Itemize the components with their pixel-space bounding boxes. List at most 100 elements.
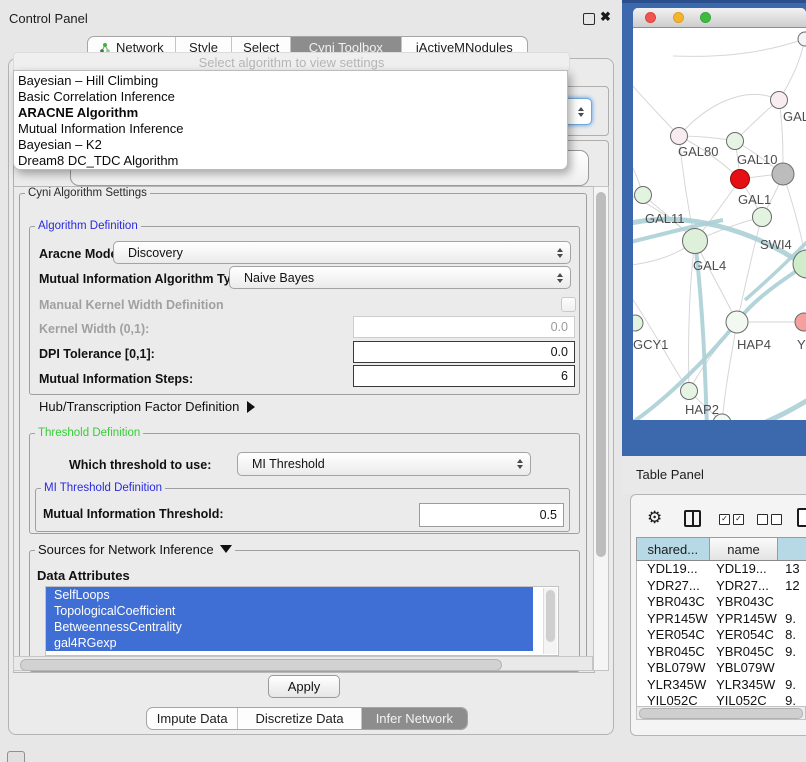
dropdown-option[interactable]: ARACNE Algorithm <box>14 105 567 121</box>
dpi-tolerance-field[interactable]: 0.0 <box>353 341 575 363</box>
kernel-width-field[interactable]: 0.0 <box>353 316 575 338</box>
table-cell[interactable]: YLR345W <box>637 677 710 694</box>
apply-button[interactable]: Apply <box>268 675 340 698</box>
table-cell[interactable]: 9. <box>779 611 806 628</box>
dropdown-option[interactable]: Basic Correlation Inference <box>14 89 567 105</box>
close-traffic-light-icon[interactable] <box>645 12 656 23</box>
data-attributes-list[interactable]: SelfLoopsTopologicalCoefficientBetweenne… <box>45 586 559 656</box>
network-node[interactable] <box>753 208 772 227</box>
data-attribute-item[interactable]: TopologicalCoefficient <box>46 603 533 619</box>
select-all-icon[interactable]: ✓ <box>733 514 744 525</box>
network-node[interactable] <box>795 313 806 331</box>
network-window-titlebar[interactable] <box>633 8 806 28</box>
clear-selection-icon[interactable] <box>757 514 768 525</box>
table-row[interactable]: YER054CYER054C8. <box>637 627 806 644</box>
network-edge[interactable] <box>779 39 805 100</box>
select-all-icon[interactable]: ✓ <box>719 514 730 525</box>
table-cell[interactable]: YER054C <box>637 627 710 644</box>
table-cell[interactable] <box>779 594 806 611</box>
gear-icon[interactable]: ⚙ <box>647 508 662 528</box>
minimize-traffic-light-icon[interactable] <box>673 12 684 23</box>
mi-threshold-field[interactable]: 0.5 <box>419 503 564 527</box>
table-cell[interactable]: YDR27... <box>710 578 779 595</box>
float-window-icon[interactable] <box>583 13 595 25</box>
table-cell[interactable]: YPR145W <box>710 611 779 628</box>
settings-horizontal-scrollbar-thumb[interactable] <box>20 659 502 671</box>
table-cell[interactable]: 12 <box>779 578 806 595</box>
network-node[interactable] <box>633 315 643 331</box>
network-node[interactable] <box>671 128 688 145</box>
table-cell[interactable]: 13 <box>779 561 806 578</box>
mi-steps-field[interactable]: 6 <box>353 365 575 387</box>
network-node[interactable] <box>635 187 652 204</box>
table-cell[interactable]: 9. <box>779 677 806 694</box>
data-attribute-item[interactable]: SelfLoops <box>46 587 533 603</box>
table-cell[interactable]: YER054C <box>710 627 779 644</box>
split-view-icon[interactable] <box>684 510 701 527</box>
new-table-icon[interactable] <box>797 508 806 527</box>
network-edge[interactable] <box>673 39 805 56</box>
network-graph[interactable]: GAL80GALGAL10GAL1GAL11SWI4GAL4GCY1HAP4YH… <box>633 28 806 420</box>
table-cell[interactable] <box>779 660 806 677</box>
table-cell[interactable]: YDL19... <box>710 561 779 578</box>
zoom-traffic-light-icon[interactable] <box>700 12 711 23</box>
dropdown-option[interactable]: Bayesian – Hill Climbing <box>14 73 567 89</box>
table-row[interactable]: YBR045CYBR045C9. <box>637 644 806 661</box>
which-threshold-combobox[interactable]: MI Threshold <box>237 452 531 476</box>
table-cell[interactable]: YDL19... <box>637 561 710 578</box>
table-cell[interactable]: YDR27... <box>637 578 710 595</box>
network-node[interactable] <box>731 170 750 189</box>
tab-discretize-data[interactable]: Discretize Data <box>238 708 361 729</box>
hub-definition-toggle[interactable]: Hub/Transcription Factor Definition <box>39 399 255 414</box>
settings-vertical-scrollbar[interactable] <box>593 186 609 671</box>
clear-selection-icon[interactable] <box>771 514 782 525</box>
table-cell[interactable]: YBL079W <box>710 660 779 677</box>
table-row[interactable]: YDL19...YDL19...13 <box>637 561 806 578</box>
network-node[interactable] <box>771 92 788 109</box>
table-cell[interactable]: YBR045C <box>637 644 710 661</box>
network-edge[interactable] <box>633 73 679 136</box>
column-header[interactable]: shared... <box>637 538 710 560</box>
list-scrollbar-thumb[interactable] <box>546 590 555 642</box>
tab-infer-network[interactable]: Infer Network <box>362 708 467 729</box>
table-row[interactable]: YBR043CYBR043C <box>637 594 806 611</box>
mi-algorithm-type-combobox[interactable]: Naive Bayes <box>229 266 571 289</box>
data-attribute-item[interactable]: BetweennessCentrality <box>46 619 533 635</box>
column-header[interactable] <box>778 538 806 560</box>
dropdown-option[interactable]: Mutual Information Inference <box>14 121 567 137</box>
table-cell[interactable]: 8. <box>779 627 806 644</box>
table-cell[interactable]: 9. <box>779 644 806 661</box>
table-cell[interactable]: YBR043C <box>637 594 710 611</box>
table-cell[interactable]: YPR145W <box>637 611 710 628</box>
table-cell[interactable]: YBR043C <box>710 594 779 611</box>
table-row[interactable]: YPR145WYPR145W9. <box>637 611 806 628</box>
dropdown-option[interactable]: Dream8 DC_TDC Algorithm <box>14 153 567 169</box>
settings-vertical-scrollbar-thumb[interactable] <box>596 192 606 557</box>
network-node[interactable] <box>683 229 708 254</box>
table-cell[interactable]: YLR345W <box>710 677 779 694</box>
sources-title[interactable]: Sources for Network Inference <box>35 544 235 556</box>
network-node[interactable] <box>726 311 748 333</box>
dropdown-option[interactable]: Bayesian – K2 <box>14 137 567 153</box>
settings-horizontal-scrollbar[interactable] <box>13 656 593 671</box>
network-edge[interactable] <box>679 94 779 136</box>
table-row[interactable]: YBL079WYBL079W <box>637 660 806 677</box>
table-row[interactable]: YLR345WYLR345W9. <box>637 677 806 694</box>
network-edge[interactable] <box>735 100 779 141</box>
collapsed-panel-icon[interactable] <box>7 751 25 762</box>
network-node[interactable] <box>681 383 698 400</box>
network-canvas[interactable]: GAL80GALGAL10GAL1GAL11SWI4GAL4GCY1HAP4YH… <box>633 28 806 420</box>
algorithm-combobox[interactable]: Select algorithm to view settings <box>13 52 570 72</box>
table-row[interactable]: YDR27...YDR27...12 <box>637 578 806 595</box>
data-attribute-item[interactable]: gal4RGexp <box>46 635 533 651</box>
table-horizontal-scrollbar-thumb[interactable] <box>639 708 803 719</box>
manual-kernel-width-checkbox[interactable] <box>561 297 576 312</box>
close-icon[interactable]: ✖ <box>600 9 611 25</box>
column-header[interactable]: name <box>710 538 779 560</box>
table-cell[interactable]: YBR045C <box>710 644 779 661</box>
network-node[interactable] <box>798 32 806 46</box>
table-horizontal-scrollbar[interactable] <box>636 706 806 720</box>
network-node[interactable] <box>727 133 744 150</box>
aracne-mode-combobox[interactable]: Discovery <box>113 241 571 264</box>
list-scrollbar[interactable] <box>543 588 557 654</box>
